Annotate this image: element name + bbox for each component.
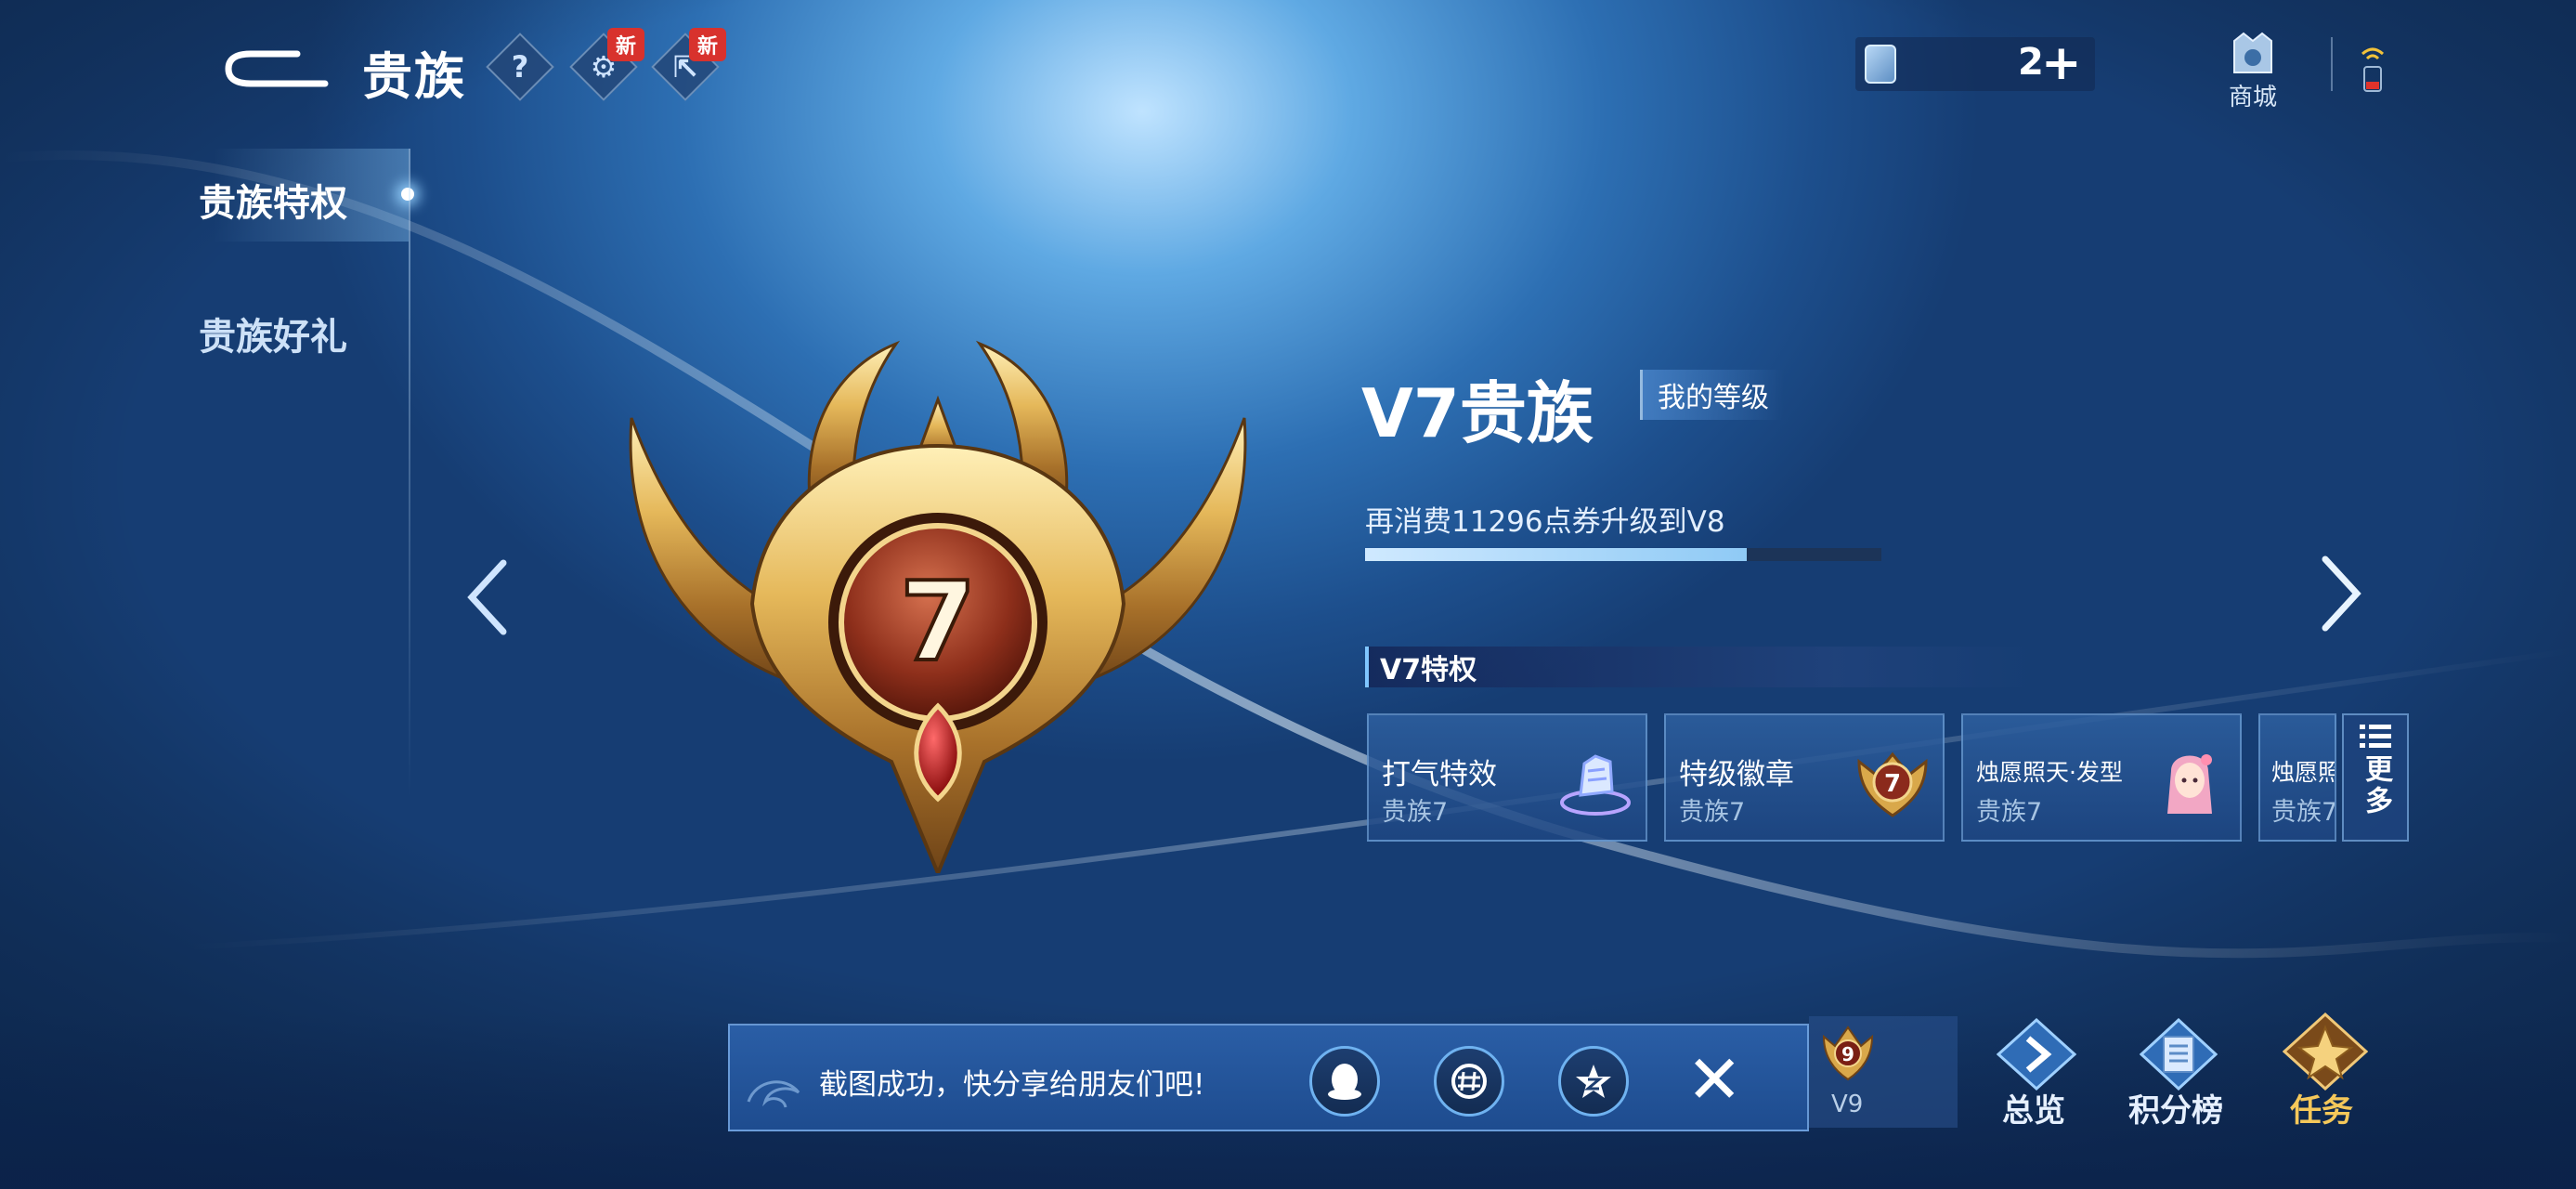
cloud-ornament-icon	[747, 1080, 800, 1108]
privilege-level: 贵族7	[1679, 798, 1746, 827]
sidebar-divider	[409, 149, 410, 799]
more-privileges-button[interactable]: 更多	[2342, 713, 2409, 842]
help-icon: ?	[511, 49, 529, 85]
currency-amount: 2	[2018, 41, 2044, 84]
next-level-arrow-icon[interactable]	[2312, 552, 2368, 635]
v9-label: V9	[1831, 1091, 1864, 1118]
my-level-button[interactable]: 我的等级	[1640, 370, 1784, 420]
privilege-card-noble-badge[interactable]: 特级徽章 贵族7 7	[1664, 713, 1945, 842]
privilege-card-hairstyle[interactable]: 烛愿照天·发型 贵族7	[1961, 713, 2242, 842]
shop-icon[interactable]	[2231, 32, 2275, 74]
tasks-tab[interactable]: 任务	[2270, 1013, 2381, 1130]
coupon-icon	[1865, 45, 1896, 84]
add-currency-button[interactable]: +	[2041, 35, 2082, 91]
privilege-level: 贵族7	[2271, 798, 2336, 827]
ranking-icon	[2140, 1018, 2218, 1091]
header-divider	[2331, 37, 2333, 91]
share-moments-button[interactable]	[1434, 1046, 1504, 1117]
upgrade-progress-bar	[1365, 548, 1881, 561]
noble-badge-icon: 7	[1857, 751, 1928, 817]
active-indicator-dot	[401, 188, 414, 201]
wechat-moments-icon	[1451, 1064, 1487, 1099]
share-qq-button[interactable]	[1309, 1046, 1380, 1117]
prev-level-arrow-icon[interactable]	[461, 555, 516, 639]
qzone-icon	[1576, 1065, 1611, 1098]
tasks-star-icon	[2283, 1013, 2368, 1091]
sidebar-item-gifts[interactable]: 贵族好礼	[199, 307, 347, 360]
shop-label[interactable]: 商城	[2229, 78, 2277, 112]
toast-message: 截图成功，快分享给朋友们吧!	[819, 1068, 1205, 1102]
coupon-currency-box: 2 +	[1855, 35, 2095, 91]
overview-label: 总览	[2002, 1092, 2065, 1130]
back-icon[interactable]	[223, 35, 331, 91]
ranking-label: 积分榜	[2128, 1092, 2223, 1130]
overview-tab[interactable]: 总览	[1985, 1018, 2088, 1130]
help-button[interactable]: ?	[486, 33, 554, 101]
badge-level-number: 7	[900, 557, 976, 686]
share-qzone-button[interactable]	[1558, 1046, 1629, 1117]
v9-tab[interactable]: 9 V9	[1809, 1016, 1958, 1128]
qq-icon	[1328, 1064, 1361, 1100]
v9-badge-number: 9	[1841, 1043, 1854, 1065]
v9-badge-icon: 9	[1822, 1026, 1874, 1081]
tasks-label: 任务	[2290, 1092, 2353, 1130]
cheer-effect-icon	[1560, 754, 1631, 816]
screenshot-share-toast: 截图成功，快分享给朋友们吧! ✕	[728, 1024, 1809, 1131]
privilege-card-cheer-effect[interactable]: 打气特效 贵族7	[1367, 713, 1647, 842]
v7-noble-badge-emblem: 7	[629, 340, 1247, 873]
privilege-name: 烛愿照	[2271, 759, 2336, 786]
sidebar-item-privileges[interactable]: 贵族特权	[199, 173, 347, 227]
ranking-tab[interactable]: 积分榜	[2123, 1018, 2234, 1130]
overview-icon	[1997, 1018, 2076, 1091]
privilege-name: 烛愿照天·发型	[1976, 759, 2123, 786]
hairstyle-icon	[2167, 754, 2212, 814]
upgrade-progress-fill	[1365, 548, 1748, 561]
privilege-name: 特级徽章	[1679, 758, 1794, 791]
list-icon	[2360, 725, 2391, 748]
status-indicator-icon	[2357, 41, 2388, 93]
privilege-name: 打气特效	[1382, 758, 1497, 791]
settings-new-badge: 新	[607, 28, 644, 61]
mini-badge-number: 7	[1884, 770, 1901, 798]
more-label: 更多	[2360, 754, 2392, 817]
noble-level-title: V7贵族	[1361, 374, 1594, 452]
share-new-badge: 新	[689, 28, 726, 61]
page-title: 贵族	[362, 47, 466, 106]
privileges-header: V7特权	[1365, 647, 2034, 687]
privilege-level: 贵族7	[1976, 798, 2043, 827]
upgrade-requirement-text: 再消费11296点券升级到V8	[1365, 505, 1725, 539]
close-toast-button[interactable]: ✕	[1686, 1040, 1742, 1118]
privilege-level: 贵族7	[1382, 798, 1449, 827]
privilege-card-partial[interactable]: 烛愿照 贵族7	[2258, 713, 2336, 842]
